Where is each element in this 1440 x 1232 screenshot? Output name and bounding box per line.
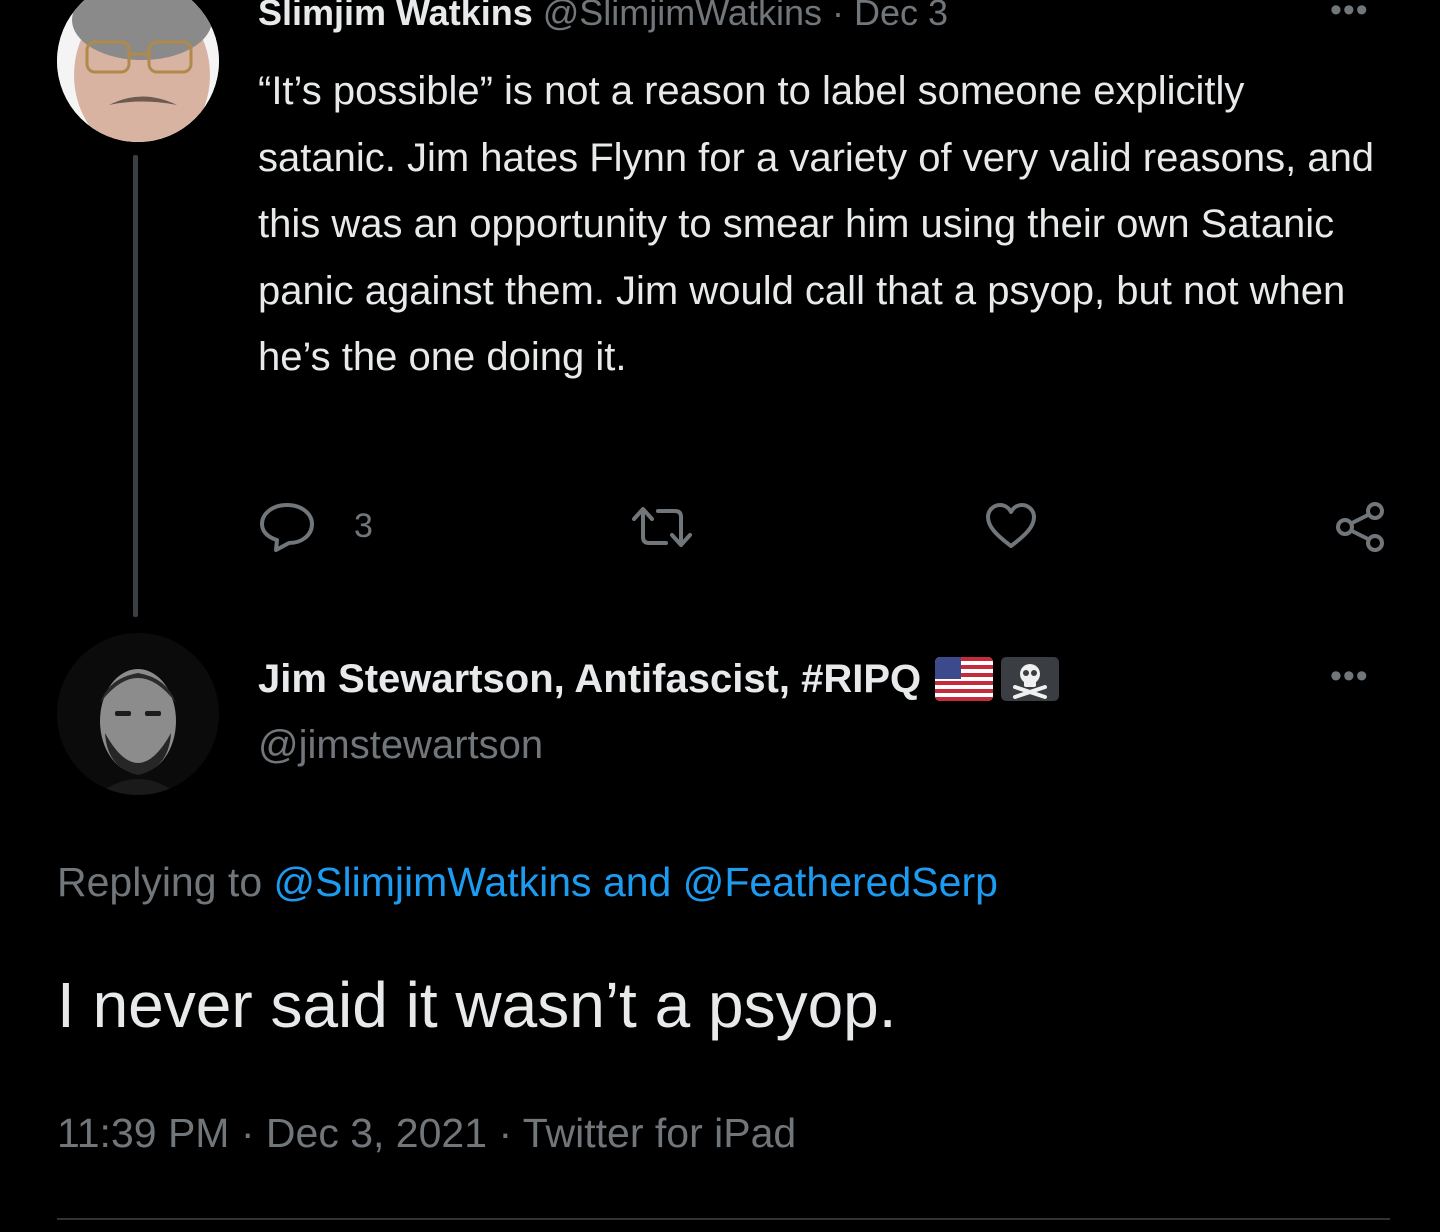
replying-to-user-link[interactable]: @SlimjimWatkins [274, 859, 592, 905]
parent-header-separator: · [831, 0, 844, 33]
parent-share-button[interactable] [1333, 500, 1387, 554]
main-tweet-text: I never said it wasn’t a psyop. [57, 969, 897, 1041]
tweet-date[interactable]: Dec 3, 2021 [266, 1110, 487, 1156]
main-avatar-portrait [57, 633, 219, 795]
retweet-icon [632, 507, 692, 547]
main-more-options-button[interactable]: ••• [1330, 659, 1369, 693]
replying-to-user-link[interactable]: @FeatheredSerp [683, 859, 998, 905]
replying-to-and: and [602, 859, 672, 905]
skull-crossbones-flag-icon [1001, 657, 1060, 701]
main-author-avatar[interactable] [57, 633, 219, 795]
section-divider [57, 1218, 1390, 1220]
main-author-handle[interactable]: @jimstewartson [258, 718, 543, 772]
parent-tweet-text: “It’s possible” is not a reason to label… [258, 69, 1375, 379]
parent-tweet-header: Slimjim Watkins @SlimjimWatkins · Dec 3 [258, 0, 948, 38]
parent-more-options-button[interactable]: ••• [1330, 0, 1369, 27]
tweet-time[interactable]: 11:39 PM [57, 1110, 229, 1156]
us-flag-emoji-icon [935, 657, 994, 701]
parent-tweet-date[interactable]: Dec 3 [854, 0, 948, 33]
parent-retweet-button[interactable] [630, 505, 694, 549]
parent-author-handle[interactable]: @SlimjimWatkins [543, 0, 822, 33]
parent-like-button[interactable] [985, 502, 1037, 550]
parent-reply-count: 3 [354, 506, 373, 545]
tweet-source: Twitter for iPad [522, 1110, 797, 1156]
reply-bubble-icon [260, 503, 314, 552]
replying-to-label: Replying to [57, 859, 263, 905]
main-author-name-row: Jim Stewartson, Antifascist, #RIPQ [258, 652, 1067, 706]
meta-separator: · [240, 1110, 255, 1156]
heart-icon [986, 503, 1036, 548]
main-author-name[interactable]: Jim Stewartson, Antifascist, #RIPQ [258, 652, 921, 706]
tweet-metadata: 11:39 PM · Dec 3, 2021 · Twitter for iPa… [57, 1105, 796, 1161]
parent-avatar-portrait [57, 0, 219, 142]
parent-author-avatar[interactable] [57, 0, 219, 142]
parent-reply-button[interactable]: 3 [258, 500, 373, 552]
parent-author-name[interactable]: Slimjim Watkins [258, 0, 533, 33]
share-icon [1336, 502, 1384, 552]
author-name-badges [935, 657, 1067, 701]
replying-to-line: Replying to @SlimjimWatkins and @Feather… [57, 854, 998, 910]
thread-connector-line [133, 155, 138, 617]
meta-separator: · [498, 1110, 513, 1156]
